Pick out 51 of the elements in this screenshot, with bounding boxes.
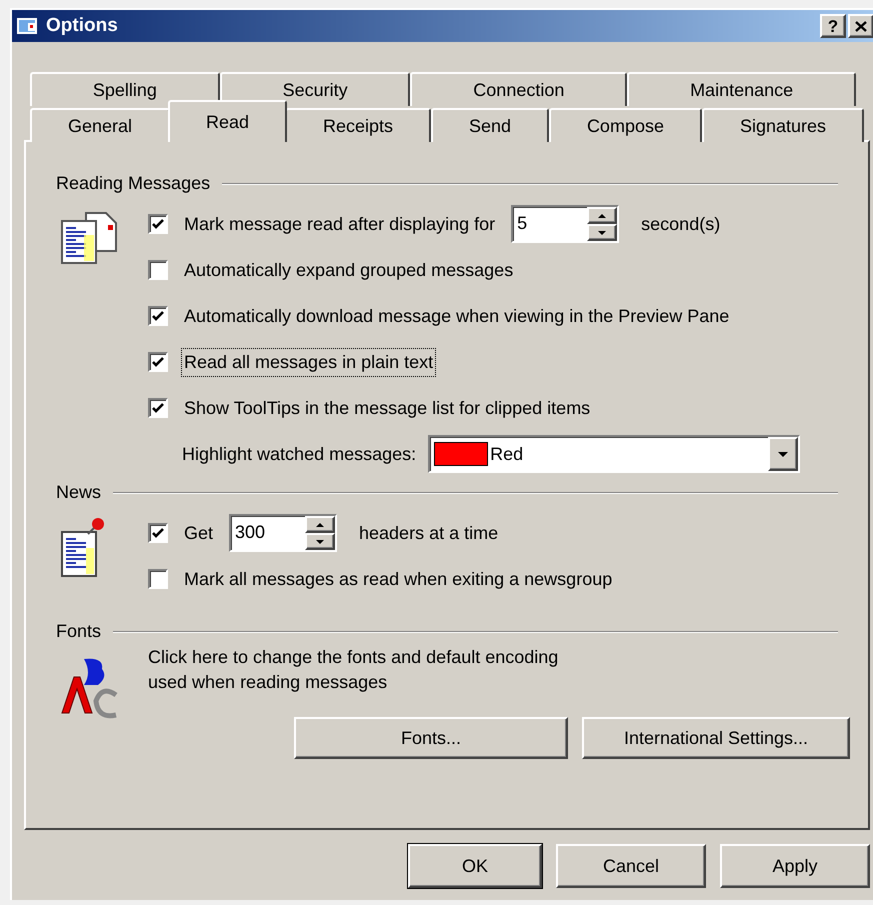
window-title: Options [46, 14, 119, 38]
unit-label: headers at a time [359, 522, 498, 544]
spin-field[interactable]: 300 [229, 514, 338, 552]
checkbox[interactable] [148, 260, 168, 280]
checkbox[interactable] [148, 569, 168, 589]
tab[interactable]: General [30, 108, 170, 142]
description-text: Click here to change the fonts and default encoding used when reading messages [148, 646, 560, 694]
check-icon [152, 356, 164, 368]
tab[interactable]: Maintenance [627, 72, 856, 106]
checkbox[interactable] [148, 523, 168, 543]
dialog-button[interactable]: Fonts... [294, 717, 568, 759]
unit-label: second(s) [641, 212, 720, 236]
checkbox-label[interactable]: Show ToolTips in the message list for clipped items [182, 394, 592, 422]
tab[interactable]: Compose [548, 108, 702, 142]
app-icon [16, 15, 40, 37]
tab[interactable]: Security [220, 72, 410, 106]
checkbox[interactable] [148, 398, 168, 418]
section-title: Reading Messages [56, 172, 210, 195]
tab[interactable]: Receipts [284, 108, 431, 142]
color-dropdown[interactable]: Red [428, 435, 800, 473]
tab[interactable]: Send [430, 108, 549, 142]
checkbox-label[interactable]: Mark all messages as read when exiting a newsgroup [182, 566, 614, 592]
checkbox-label[interactable]: Automatically download message when viewing in the Preview Pane [182, 302, 732, 330]
note-with-pin-icon [58, 516, 106, 580]
dialog-button[interactable]: International Settings... [582, 717, 850, 759]
check-icon [152, 402, 164, 414]
check-icon [152, 528, 164, 538]
section-title: Fonts [56, 620, 102, 643]
section-title: News [56, 481, 102, 504]
tab[interactable]: Signatures [702, 108, 864, 142]
checkbox-label[interactable]: Get [182, 520, 216, 546]
check-icon [152, 218, 164, 230]
checkbox-label[interactable]: Mark message read after displaying for [182, 210, 498, 238]
checkbox-label[interactable]: Automatically expand grouped messages [182, 256, 516, 284]
checkbox[interactable] [148, 352, 168, 372]
dropdown-label: Highlight watched messages: [182, 442, 416, 466]
tab[interactable]: Read [168, 100, 287, 142]
dialog-button[interactable]: Apply [720, 844, 870, 888]
check-icon [152, 310, 164, 322]
close-button[interactable] [848, 14, 873, 38]
checkbox[interactable] [148, 306, 168, 326]
help-button[interactable]: ? [820, 14, 846, 38]
checkbox-label[interactable]: Read all messages in plain text [182, 348, 436, 376]
dialog-button[interactable]: Cancel [556, 844, 706, 888]
dropdown-value: Red [490, 442, 524, 466]
checkbox[interactable] [148, 214, 168, 234]
tab[interactable]: Connection [410, 72, 628, 106]
close-icon [855, 20, 867, 32]
dialog-button[interactable]: OK [408, 844, 542, 888]
tab[interactable]: Spelling [30, 72, 220, 106]
spin-field[interactable]: 5 [511, 205, 620, 243]
